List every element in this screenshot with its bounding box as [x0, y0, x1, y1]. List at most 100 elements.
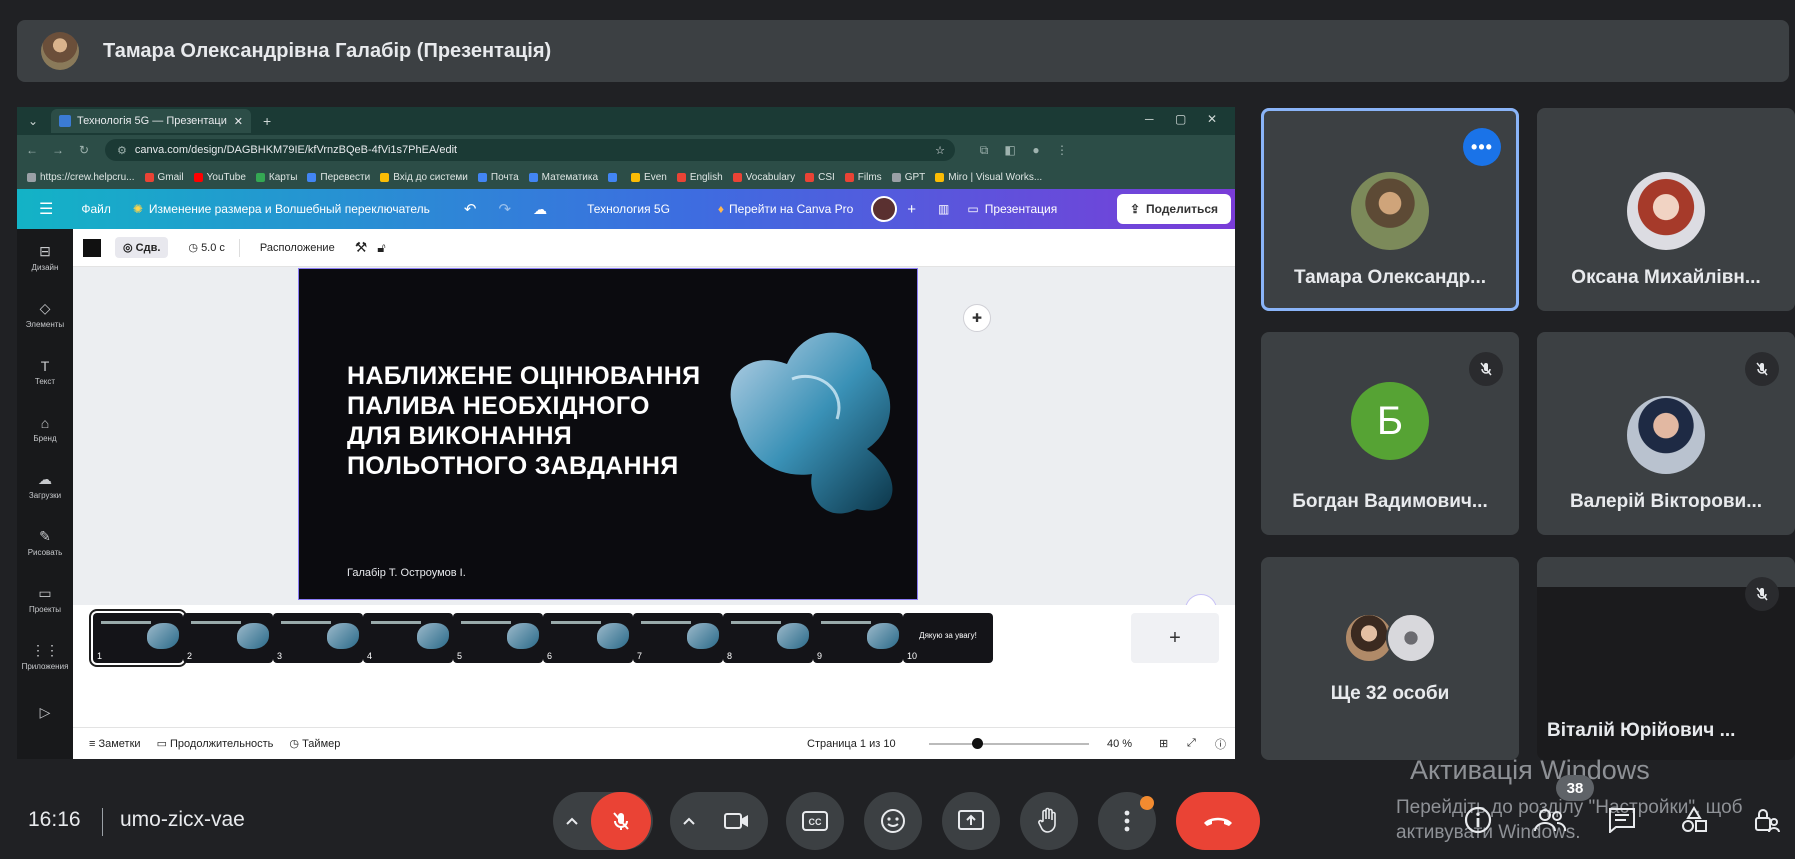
- undo-icon[interactable]: ↶: [464, 200, 477, 218]
- sdv-button[interactable]: ◎ Сдв.: [115, 237, 169, 258]
- url-field[interactable]: ⚙ canva.com/design/DAGBHKM79IE/kfVrnzBQe…: [105, 139, 955, 161]
- bookmark-item[interactable]: Карты: [255, 172, 297, 183]
- bookmark-star-icon[interactable]: ☆: [935, 144, 945, 157]
- arrange-button[interactable]: Расположение: [260, 242, 335, 254]
- browser-tab-active[interactable]: Технологія 5G — Презентаци ✕: [51, 109, 251, 133]
- notes-button[interactable]: ≡ Заметки: [89, 738, 141, 750]
- file-menu[interactable]: Файл: [81, 202, 111, 216]
- canva-rail-item[interactable]: ⌂ Бренд: [17, 400, 73, 457]
- slide-thumbnail[interactable]: 5: [453, 613, 543, 663]
- bookmark-item[interactable]: CSI: [805, 172, 835, 183]
- canva-rail-item[interactable]: ⋮⋮ Приложения: [17, 628, 73, 685]
- add-collaborator-icon[interactable]: +: [907, 201, 916, 218]
- paint-format-icon[interactable]: ⚒: [355, 239, 368, 256]
- duration-button[interactable]: ◷ 5.0 с: [188, 241, 225, 254]
- slide-thumbnail[interactable]: 2: [183, 613, 273, 663]
- maximize-icon[interactable]: ▢: [1175, 112, 1186, 126]
- bookmark-item[interactable]: YouTube: [193, 172, 246, 183]
- canva-rail-item[interactable]: T Текст: [17, 343, 73, 400]
- slide-thumbnail[interactable]: 7: [633, 613, 723, 663]
- zoom-slider-handle[interactable]: [972, 738, 983, 749]
- zoom-level[interactable]: 40 %: [1107, 738, 1132, 750]
- canva-pro-link[interactable]: ♦ Перейти на Canva Pro: [718, 202, 853, 216]
- raise-hand-button[interactable]: [1020, 792, 1078, 850]
- bookmark-item[interactable]: Miro | Visual Works...: [935, 172, 1042, 183]
- more-options-button[interactable]: [1098, 792, 1156, 850]
- slide-canvas[interactable]: НАБЛИЖЕНЕ ОЦІНЮВАННЯ ПАЛИВА НЕОБХІДНОГО …: [298, 268, 918, 600]
- forward-icon[interactable]: →: [47, 143, 69, 157]
- slide-thumbnail[interactable]: 6: [543, 613, 633, 663]
- participant-tile[interactable]: Б Богдан Вадимович...: [1261, 332, 1519, 535]
- slide-thumbnail[interactable]: Дякую за увагу! 10: [903, 613, 993, 663]
- bookmark-item[interactable]: Films: [844, 172, 882, 183]
- timer-button[interactable]: ◷ Таймер: [289, 737, 340, 750]
- background-color-swatch[interactable]: [83, 238, 101, 257]
- participant-tile[interactable]: Оксана Михайлівн...: [1537, 108, 1795, 311]
- close-window-icon[interactable]: ✕: [1207, 112, 1217, 126]
- help-icon[interactable]: ⓘ: [1215, 736, 1226, 752]
- people-button[interactable]: [1530, 800, 1570, 840]
- grid-view-icon[interactable]: ⊞: [1159, 737, 1168, 750]
- bookmark-item[interactable]: [608, 172, 621, 182]
- doc-title[interactable]: Технология 5G: [587, 202, 670, 216]
- share-button[interactable]: ⇪ Поделиться: [1117, 194, 1231, 224]
- duration-footer-button[interactable]: ▭ Продолжительность: [157, 737, 274, 750]
- canva-rail-item[interactable]: ▭ Проекты: [17, 571, 73, 628]
- resize-menu[interactable]: ✺ Изменение размера и Волшебный переключ…: [133, 202, 430, 216]
- back-icon[interactable]: ←: [21, 143, 43, 157]
- cloud-save-icon[interactable]: ☁: [533, 201, 547, 218]
- canva-rail-item[interactable]: ▷: [17, 685, 73, 742]
- close-tab-icon[interactable]: ✕: [234, 115, 243, 128]
- bookmark-item[interactable]: Vocabulary: [732, 172, 795, 183]
- activities-button[interactable]: [1674, 800, 1714, 840]
- canva-avatar[interactable]: [871, 196, 898, 222]
- canva-rail-item[interactable]: ☁ Загрузки: [17, 457, 73, 514]
- analytics-icon[interactable]: ▥: [938, 202, 949, 216]
- canva-menu-icon[interactable]: ☰: [39, 199, 53, 219]
- slide-thumbnail[interactable]: 3: [273, 613, 363, 663]
- reactions-button[interactable]: [864, 792, 922, 850]
- slide-thumbnail[interactable]: 8: [723, 613, 813, 663]
- browser-menu-icon[interactable]: ⋮: [1051, 143, 1073, 157]
- present-button[interactable]: ▭ Презентация: [967, 202, 1057, 216]
- bookmark-item[interactable]: English: [676, 172, 723, 183]
- minimize-icon[interactable]: ─: [1145, 112, 1154, 126]
- video-options-chevron-icon[interactable]: [670, 816, 708, 826]
- host-controls-button[interactable]: [1746, 800, 1786, 840]
- add-page-button[interactable]: +: [1131, 613, 1219, 663]
- tab-search-icon[interactable]: ⌄: [23, 111, 43, 131]
- canva-rail-item[interactable]: ✎ Рисовать: [17, 514, 73, 571]
- participant-tile[interactable]: Віталій Юрійович ...: [1537, 557, 1795, 760]
- reload-icon[interactable]: ↻: [73, 143, 95, 157]
- slide-thumbnail[interactable]: 9: [813, 613, 903, 663]
- meeting-details-button[interactable]: [1458, 800, 1498, 840]
- bookmark-item[interactable]: Вхід до системи: [380, 172, 468, 183]
- redo-icon[interactable]: ↷: [499, 200, 512, 218]
- fullscreen-icon[interactable]: ⤢: [1187, 737, 1196, 750]
- more-options-icon[interactable]: •••: [1463, 128, 1501, 166]
- bookmark-item[interactable]: Gmail: [144, 172, 184, 183]
- participant-tile[interactable]: ••• Тамара Олександр...: [1261, 108, 1519, 311]
- site-info-icon[interactable]: ⚙: [117, 144, 127, 157]
- extensions-icon[interactable]: ⧉: [973, 143, 995, 158]
- mic-toggle-button[interactable]: [591, 792, 651, 850]
- present-now-button[interactable]: [942, 792, 1000, 850]
- participant-tile[interactable]: Валерій Вікторови...: [1537, 332, 1795, 535]
- bookmark-item[interactable]: Even: [631, 172, 667, 183]
- canva-rail-item[interactable]: ◇ Элементы: [17, 286, 73, 343]
- slide-thumbnail[interactable]: 4: [363, 613, 453, 663]
- bookmark-item[interactable]: Почта: [477, 172, 519, 183]
- add-comment-icon[interactable]: ✚: [963, 304, 991, 332]
- bookmark-item[interactable]: Математика: [528, 172, 598, 183]
- bookmark-item[interactable]: Перевести: [307, 172, 370, 183]
- side-panel-icon[interactable]: ◧: [999, 143, 1021, 157]
- chat-button[interactable]: [1602, 800, 1642, 840]
- bookmark-item[interactable]: GPT: [891, 172, 925, 183]
- profile-icon[interactable]: ●: [1025, 143, 1047, 157]
- slide-thumbnail[interactable]: 1: [89, 609, 187, 667]
- zoom-slider[interactable]: [929, 743, 1089, 745]
- audio-options-chevron-icon[interactable]: [553, 816, 591, 826]
- new-tab-button[interactable]: +: [263, 113, 271, 129]
- meeting-code[interactable]: umo-zicx-vae: [120, 808, 245, 832]
- camera-icon[interactable]: [708, 811, 766, 831]
